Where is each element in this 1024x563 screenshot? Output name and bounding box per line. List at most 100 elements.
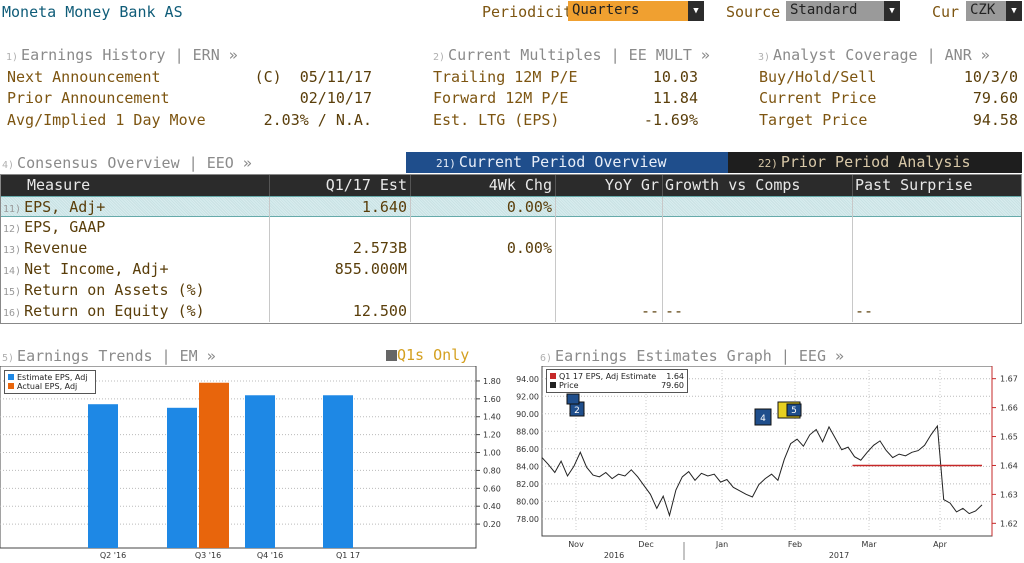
bar-estimate[interactable] [323, 395, 353, 548]
table-cell-surprise [853, 217, 1021, 238]
table-row[interactable]: 15) Return on Assets (%) [1, 280, 1021, 301]
tab-prior-period[interactable]: 22)Prior Period Analysis (Q4/16) [728, 152, 1022, 193]
trailing-pe-label: Trailing 12M P/E [433, 68, 578, 86]
earnings-history-link[interactable]: 1) Earnings History | ERN » [6, 46, 238, 64]
table-cell-surprise [853, 259, 1021, 280]
top-bar: Moneta Money Bank AS Periodicity Quarter… [0, 0, 1024, 24]
tab-number: 21) [436, 157, 456, 170]
legend-label: Price [559, 381, 579, 390]
bar-estimate[interactable] [88, 404, 118, 548]
chevron-down-icon: ▼ [1006, 1, 1022, 21]
y-tick-label: 1.80 [483, 377, 501, 386]
right-tick-label: 1.64 [1000, 461, 1018, 470]
section-title: Current Multiples | EE MULT » [448, 46, 710, 64]
col-header-chg[interactable]: 4Wk Chg [411, 175, 556, 196]
consensus-overview-link[interactable]: 4) Consensus Overview | EEO » [2, 154, 252, 172]
periodicity-label: Periodicity [482, 3, 582, 21]
table-cell-yoy: -- [556, 301, 663, 322]
q1s-only-toggle[interactable]: Q1s Only [386, 346, 469, 364]
table-cell-yoy [556, 280, 663, 301]
table-cell-measure: 15) Return on Assets (%) [1, 280, 270, 301]
marker-label: 5 [791, 406, 797, 416]
table-row[interactable]: 16) Return on Equity (%) 12.500 -- -- -- [1, 301, 1021, 322]
buy-hold-sell-value: 10/3/0 [963, 68, 1018, 86]
table-cell-surprise [853, 280, 1021, 301]
checkbox-icon [386, 350, 397, 361]
y-tick-label: 0.40 [483, 502, 501, 511]
x-tick-label: Apr [933, 540, 948, 549]
next-announcement-value: (C) 05/11/17 [254, 68, 372, 86]
y-tick-label: 1.40 [483, 413, 501, 422]
table-cell-yoy [556, 259, 663, 280]
current-multiples-link[interactable]: 2) Current Multiples | EE MULT » [433, 46, 710, 64]
row-number: 12) [3, 224, 22, 235]
table-cell-comps [663, 197, 853, 218]
day-move-value: 2.03% / N.A. [263, 111, 372, 129]
table-cell-measure: 12) EPS, GAAP [1, 217, 270, 238]
year-label: 2017 [829, 551, 849, 560]
trailing-pe-value: 10.03 [652, 68, 698, 86]
analyst-coverage-link[interactable]: 3) Analyst Coverage | ANR » [758, 46, 990, 64]
source-label: Source [726, 3, 781, 21]
legend-swatch [8, 374, 14, 380]
currency-dropdown[interactable]: CZK ▼ [966, 1, 1022, 21]
earnings-trends-chart: 1.80 1.60 1.40 1.20 1.00 0.80 0.60 0.40 0.20 Q2 … [0, 366, 501, 560]
x-tick-label: Q1 17 [336, 551, 360, 560]
table-cell-est [270, 280, 411, 301]
marker-label: 2 [574, 406, 580, 416]
table-row[interactable]: 11) EPS, Adj+ 1.640 0.00% [1, 196, 1021, 218]
col-header-est[interactable]: Q1/17 Est [270, 175, 411, 196]
bar-actual[interactable] [199, 382, 229, 548]
year-label: 2016 [604, 551, 624, 560]
earnings-estimates-chart: 2 4 5 94.00 92.00 90.00 88.00 86.00 84.00 82.00 8… [516, 366, 1018, 560]
source-dropdown[interactable]: Standard ▼ [786, 1, 900, 21]
col-header-yoy[interactable]: YoY Gr [556, 175, 663, 196]
table-row[interactable]: 13) Revenue 2.573B 0.00% [1, 238, 1021, 259]
legend-actual: Actual EPS, Adj [8, 382, 92, 391]
prior-announcement-label: Prior Announcement [7, 89, 170, 107]
col-header-measure[interactable]: Measure [1, 175, 270, 196]
bar-estimate[interactable] [167, 407, 197, 548]
col-header-comps[interactable]: Growth vs Comps [663, 175, 853, 196]
legend-label: Q1 17 EPS, Adj Estimate [559, 372, 657, 381]
right-tick-label: 1.63 [1000, 490, 1018, 499]
table-row[interactable]: 14) Net Income, Adj+ 855.000M [1, 259, 1021, 280]
section-title: Earnings Estimates Graph | EEG » [555, 347, 845, 365]
currency-value: CZK [970, 2, 996, 18]
tab-current-period[interactable]: 21)Current Period Overview (Q1/17) [406, 152, 728, 193]
table-cell-measure: 11) EPS, Adj+ [1, 197, 270, 218]
current-price-label: Current Price [759, 89, 877, 107]
section-number: 1) [6, 52, 19, 63]
right-tick-label: 1.65 [1000, 433, 1018, 442]
target-price-label: Target Price [759, 111, 868, 129]
y-tick-label: 0.20 [483, 520, 501, 529]
y-tick-label: 0.80 [483, 466, 501, 475]
section-number: 3) [758, 52, 771, 63]
left-tick-label: 82.00 [516, 480, 539, 489]
bar-estimate[interactable] [245, 395, 275, 548]
table-cell-est: 1.640 [270, 197, 411, 218]
event-marker-icon[interactable] [566, 393, 580, 405]
table-cell-measure: 14) Net Income, Adj+ [1, 259, 270, 280]
y-tick-label: 0.60 [483, 484, 501, 493]
periodicity-dropdown[interactable]: Quarters ▼ [568, 1, 704, 21]
table-cell-chg: 0.00% [411, 238, 556, 259]
right-tick-label: 1.62 [1000, 519, 1018, 528]
earnings-trends-link[interactable]: 5) Earnings Trends | EM » [2, 347, 216, 365]
section-number: 6) [540, 353, 553, 364]
legend-swatch [550, 373, 556, 379]
section-number: 4) [2, 160, 15, 171]
table-cell-comps: -- [663, 301, 853, 322]
forward-pe-value: 11.84 [652, 89, 698, 107]
earnings-estimates-link[interactable]: 6) Earnings Estimates Graph | EEG » [540, 347, 844, 365]
chevron-down-icon: ▼ [688, 1, 704, 21]
table-row[interactable]: 12) EPS, GAAP [1, 217, 1021, 238]
day-move-label: Avg/Implied 1 Day Move [7, 111, 206, 129]
table-cell-comps [663, 259, 853, 280]
col-header-surprise[interactable]: Past Surprise [853, 175, 1021, 196]
table-cell-comps [663, 238, 853, 259]
x-tick-label: Q2 '16 [100, 551, 126, 560]
legend-swatch [8, 383, 14, 389]
row-number: 14) [3, 266, 22, 277]
next-announcement-label: Next Announcement [7, 68, 161, 86]
